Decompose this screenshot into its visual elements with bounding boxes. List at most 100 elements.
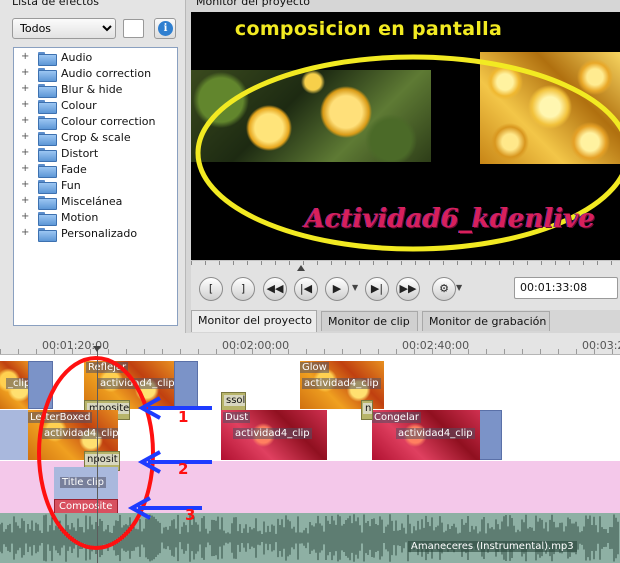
tab-project-monitor[interactable]: Monitor del proyecto [191, 310, 317, 332]
project-monitor-panel: Monitor del proyecto composicion en pant… [186, 0, 620, 333]
expand-icon[interactable]: + [21, 195, 29, 206]
effect-category-fun[interactable]: + Fun [14, 178, 177, 194]
folder-icon [38, 196, 57, 210]
expand-icon[interactable]: + [21, 211, 29, 222]
transition-block[interactable] [174, 361, 198, 409]
folder-icon [38, 212, 57, 226]
effect-category-blur-hide[interactable]: + Blur & hide [14, 82, 177, 98]
clip-effect-label: Glow [300, 362, 329, 373]
effect-category-label: Fade [61, 163, 87, 176]
expand-icon[interactable]: + [21, 115, 29, 126]
tab-record-monitor[interactable]: Monitor de grabación [422, 311, 550, 331]
folder-icon [38, 148, 57, 162]
effects-search-input[interactable] [123, 19, 144, 38]
folder-icon [38, 180, 57, 194]
clip-label: _clip [6, 378, 28, 389]
chevron-down-icon[interactable]: ▼ [456, 283, 462, 292]
clip-label: actividad4_clip [98, 378, 174, 389]
monitor-tabs: Monitor del proyecto Monitor de clip Mon… [191, 310, 620, 333]
fast-forward-icon: ▶▶ [399, 282, 417, 295]
expand-icon[interactable]: + [21, 227, 29, 238]
effect-category-label: Distort [61, 147, 99, 160]
expand-icon[interactable]: + [21, 131, 29, 142]
clip-label: actividad4_clip [42, 428, 118, 439]
effect-category-label: Blur & hide [61, 83, 123, 96]
next-button[interactable]: ▶| [365, 277, 389, 301]
timeline-clip[interactable]: _clip [0, 361, 28, 409]
dissolve-transition[interactable]: ssol [221, 392, 246, 412]
previous-button[interactable]: |◀ [294, 277, 318, 301]
transition-block[interactable] [28, 361, 53, 409]
clip-effect-label: Congelar [372, 412, 421, 423]
playhead-handle[interactable] [93, 346, 101, 352]
info-icon: i [158, 21, 173, 36]
folder-icon [38, 100, 57, 114]
info-button[interactable]: i [154, 18, 176, 39]
play-button[interactable]: ▶ [325, 277, 349, 301]
clip-label: actividad4_clip [302, 378, 381, 389]
expand-icon[interactable]: + [21, 99, 29, 110]
rewind-button[interactable]: ◀◀ [263, 277, 287, 301]
play-icon: ▶ [332, 282, 342, 295]
timecode-input[interactable]: 00:01:33:08 [514, 277, 618, 299]
skip-back-icon: |◀ [299, 282, 313, 295]
effect-category-colour-correction[interactable]: + Colour correction [14, 114, 177, 130]
monitor-screen[interactable]: composicion en pantalla Actividad6_kdenl… [191, 12, 620, 260]
expand-icon[interactable]: + [21, 179, 29, 190]
skip-forward-icon: ▶| [370, 282, 384, 295]
expand-icon[interactable]: + [21, 51, 29, 62]
clip-label: actividad4_clip [233, 428, 312, 439]
ruler-label: 00:02:40:00 [402, 339, 470, 352]
audio-track[interactable]: Amaneceres (Instrumental).mp3 [0, 513, 620, 563]
expand-icon[interactable]: + [21, 163, 29, 174]
timeline-clip[interactable]: Dust actividad4_clip [221, 410, 327, 460]
effect-category-distort[interactable]: + Distort [14, 146, 177, 162]
folder-icon [38, 84, 57, 98]
effect-category-label: Audio [61, 51, 93, 64]
effect-category-label: Crop & scale [61, 131, 131, 144]
effect-category-audio-correction[interactable]: + Audio correction [14, 66, 177, 82]
clip-label: actividad4_clip [396, 428, 475, 439]
effect-category-personalizado[interactable]: + Personalizado [14, 226, 177, 242]
expand-icon[interactable]: + [21, 83, 29, 94]
monitor-settings-button[interactable]: ⚙ [432, 277, 456, 301]
expand-icon[interactable]: + [21, 67, 29, 78]
effect-category-label: Personalizado [61, 227, 138, 240]
effect-category-audio[interactable]: + Audio [14, 50, 177, 66]
transition-label: n [363, 403, 372, 414]
transition-block[interactable] [0, 410, 28, 460]
folder-icon [38, 228, 57, 242]
transition-label: nposit [85, 454, 119, 465]
expand-icon[interactable]: + [21, 147, 29, 158]
zone-in-button[interactable]: [ [199, 277, 223, 301]
zone-out-button[interactable]: ] [231, 277, 255, 301]
clip-effect-label: Reflejar [86, 362, 129, 373]
rewind-icon: ◀◀ [266, 282, 284, 295]
folder-icon [38, 52, 57, 66]
effect-category-colour[interactable]: + Colour [14, 98, 177, 114]
title-clip[interactable]: Title clip [54, 467, 118, 499]
ruler-position-marker[interactable] [297, 265, 305, 271]
zone-in-icon: [ [208, 282, 214, 295]
timeline-playhead[interactable] [97, 347, 98, 563]
effects-filter-bar: Todos i [12, 18, 178, 40]
forward-button[interactable]: ▶▶ [396, 277, 420, 301]
effect-category-label: Fun [61, 179, 81, 192]
effect-category-label: Motion [61, 211, 99, 224]
timeline[interactable]: 00:01:20:00 00:02:00:00 00:02:40:00 00:0… [0, 333, 620, 563]
effects-category-select[interactable]: Todos [12, 18, 116, 39]
monitor-ruler[interactable] [191, 261, 620, 273]
timeline-clip[interactable]: Congelar actividad4_clip [372, 410, 480, 460]
effect-category-fade[interactable]: + Fade [14, 162, 177, 178]
screen-overlay-title: Actividad6_kdenlive [304, 204, 595, 234]
ruler-label: 00:02:00:00 [222, 339, 290, 352]
transition-edge[interactable]: n [361, 400, 373, 420]
tab-clip-monitor[interactable]: Monitor de clip [321, 311, 418, 331]
title-track: nposit Title clip Composite [0, 451, 620, 515]
effect-category-motion[interactable]: + Motion [14, 210, 177, 226]
chevron-down-icon[interactable]: ▼ [352, 283, 358, 292]
effects-panel: Lista de efectos Todos i + Audio + Audio c… [0, 0, 186, 333]
effects-panel-title: Lista de efectos [12, 0, 99, 8]
effect-category-crop-scale[interactable]: + Crop & scale [14, 130, 177, 146]
effect-category-miscelanea[interactable]: + Miscelánea [14, 194, 177, 210]
